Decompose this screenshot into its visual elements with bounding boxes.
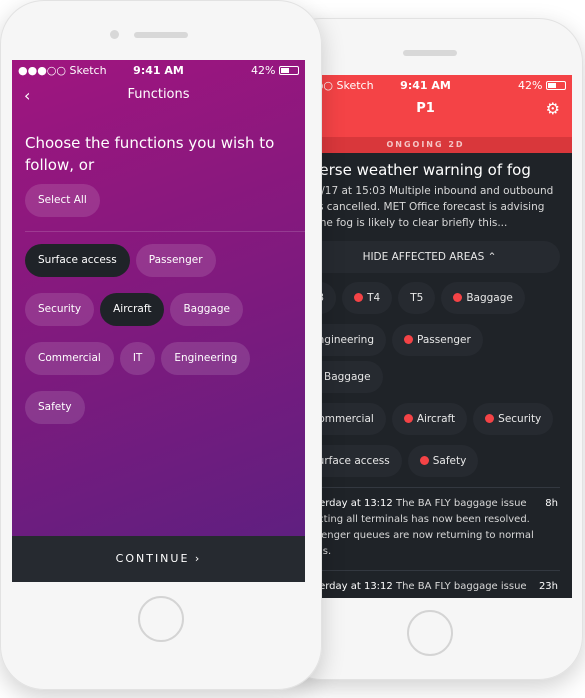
update-age: 8h <box>545 498 558 509</box>
camera <box>110 30 119 39</box>
function-chip[interactable]: IT <box>119 342 156 375</box>
function-chip[interactable]: Aircraft <box>100 293 165 326</box>
area-tag[interactable]: Security <box>473 403 554 435</box>
alert-dot-icon <box>453 293 463 302</box>
battery-icon <box>279 66 299 75</box>
continue-label: CONTINUE <box>115 552 190 565</box>
area-label: Baggage <box>466 292 513 304</box>
area-label: Safety <box>432 455 467 467</box>
area-label: Baggage <box>324 371 371 383</box>
area-label: T5 <box>410 292 424 304</box>
area-tag[interactable]: Safety <box>407 445 479 477</box>
page-title: Functions <box>127 87 190 102</box>
functions-screen: ●●●○○ Sketch 9:41 AM 42% ‹ Functions Cho… <box>12 60 305 582</box>
area-tag[interactable]: Baggage <box>441 282 525 314</box>
page-title: P1 <box>416 101 435 116</box>
prompt-text: Choose the functions you wish to follow,… <box>25 134 275 174</box>
battery-icon <box>546 81 566 90</box>
area-tag[interactable]: Aircraft <box>391 403 468 435</box>
area-tag[interactable]: T4 <box>342 282 393 314</box>
battery-percent: 42% <box>251 63 276 77</box>
function-chip[interactable]: Commercial <box>25 342 114 375</box>
area-label: T4 <box>367 292 381 304</box>
incident-title: Adverse weather warning of fog <box>291 161 531 179</box>
chevron-right-icon: › <box>194 552 202 565</box>
area-label: Security <box>498 413 542 425</box>
function-chip[interactable]: Passenger <box>135 244 216 277</box>
area-label: Passenger <box>417 334 471 346</box>
update-text: The BA FLY baggage issue <box>395 581 527 592</box>
hide-affected-areas-button[interactable]: HIDE AFFECTED AREAS ⌃ <box>299 241 560 273</box>
continue-button[interactable]: CONTINUE › <box>12 536 305 582</box>
hide-button-label: HIDE AFFECTED AREAS <box>362 251 485 263</box>
home-button[interactable] <box>138 596 184 642</box>
function-chip[interactable]: Surface access <box>25 244 130 277</box>
ongoing-badge: ONGOING 2D <box>279 137 572 153</box>
affected-areas: T3T4T5BaggageEngineeringPassengerBaggage… <box>279 273 572 477</box>
front-phone: ●●●○○ Sketch 9:41 AM 42% ‹ Functions Cho… <box>0 0 322 690</box>
update-item[interactable]: Yesterday at 13:12 The BA FLY baggage is… <box>279 571 572 595</box>
function-chip[interactable]: Engineering <box>161 342 251 375</box>
speaker <box>403 50 457 56</box>
battery-percent: 42% <box>518 78 543 92</box>
function-chip[interactable]: Security <box>25 293 95 326</box>
function-chip[interactable]: Safety <box>25 391 85 424</box>
area-label: Surface access <box>311 455 390 467</box>
area-tag[interactable]: Passenger <box>392 324 483 356</box>
alert-dot-icon <box>419 456 429 465</box>
alert-dot-icon <box>485 414 495 423</box>
gear-icon[interactable]: ⚙ <box>546 99 560 118</box>
area-tag[interactable]: T5 <box>398 282 436 314</box>
back-chevron-icon[interactable]: ‹ <box>24 86 30 105</box>
battery-status: 42% <box>518 79 566 92</box>
nav-bar: ‹ Functions <box>12 80 305 114</box>
battery-status: 42% <box>251 64 299 77</box>
alert-dot-icon <box>354 293 364 302</box>
select-all-button[interactable]: Select All <box>25 184 100 217</box>
carrier: ●●●○○ Sketch <box>18 63 107 77</box>
chevron-up-icon: ⌃ <box>487 251 497 263</box>
speaker <box>134 32 188 38</box>
incident-screen: ●●●○○ Sketch 9:41 AM 42% P1 ⚙ ONGOING 2D… <box>279 75 572 598</box>
home-button[interactable] <box>407 610 453 656</box>
function-chip[interactable]: Baggage <box>170 293 243 326</box>
alert-dot-icon <box>403 414 413 423</box>
update-age: 23h <box>538 581 558 592</box>
function-list: Surface access Passenger Security Aircraft B… <box>12 232 305 424</box>
update-item[interactable]: Yesterday at 13:12 The BA FLY baggage is… <box>279 488 572 560</box>
status-bar: ●●●○○ Sketch 9:41 AM 42% <box>12 60 305 80</box>
incident-header: ●●●○○ Sketch 9:41 AM 42% P1 ⚙ <box>279 75 572 137</box>
back-phone: ●●●○○ Sketch 9:41 AM 42% P1 ⚙ ONGOING 2D… <box>277 18 583 680</box>
incident-description: 12/01/17 at 15:03 Multiple inbound and o… <box>291 185 554 229</box>
status-bar: ●●●○○ Sketch 9:41 AM 42% <box>279 75 572 95</box>
alert-dot-icon <box>404 335 413 344</box>
area-label: Aircraft <box>416 413 456 425</box>
